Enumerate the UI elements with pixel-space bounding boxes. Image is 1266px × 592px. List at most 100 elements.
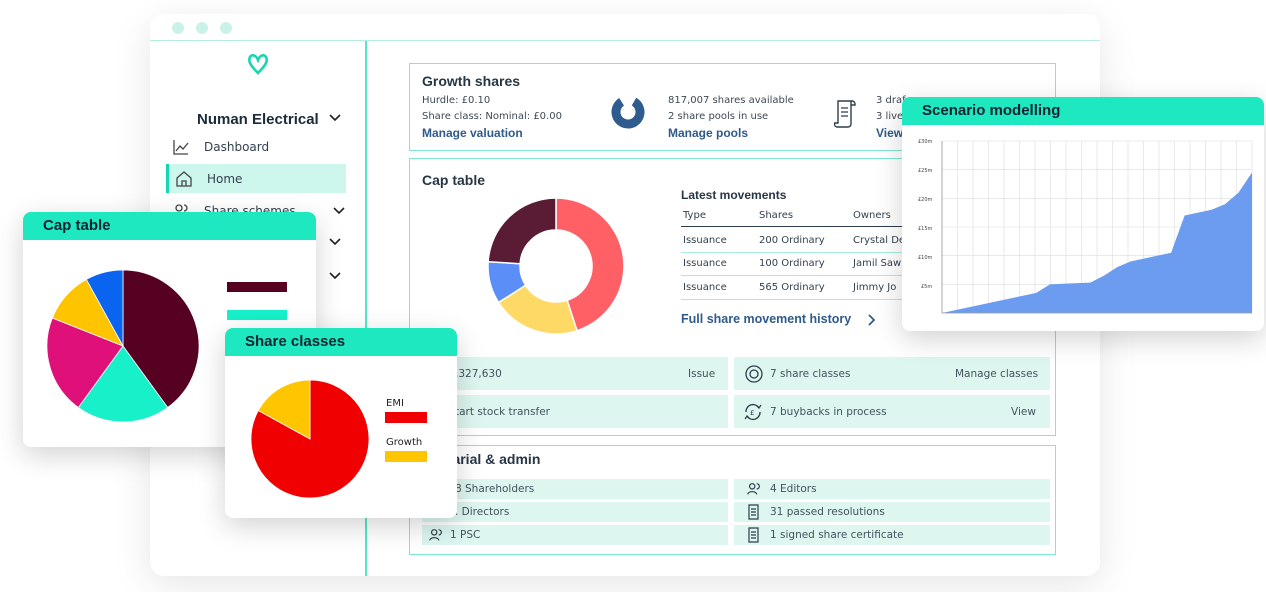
window-dot (196, 22, 208, 34)
editors-row[interactable]: 4 Editors (734, 479, 1050, 499)
manage-valuation-link[interactable]: Manage valuation (422, 126, 523, 140)
target-icon (745, 365, 763, 383)
sidebar-item-label: Dashboard (204, 139, 270, 154)
chevron-down-icon[interactable] (328, 271, 342, 281)
shares-value: ,327,630 (455, 368, 502, 380)
card-header: Cap table (23, 212, 316, 240)
resolutions-row[interactable]: 31 passed resolutions (734, 502, 1050, 522)
legend-swatch (385, 451, 427, 462)
table-header: Type (683, 210, 706, 221)
buybacks-tile[interactable]: £ 7 buybacks in process View (734, 395, 1050, 428)
pool-donut-icon (611, 95, 645, 129)
hurdle-text: Hurdle: £0.10 (422, 95, 491, 106)
legend-swatch (385, 412, 427, 423)
logo-icon (247, 54, 269, 75)
legend-swatch (227, 310, 287, 320)
latest-movements-title: Latest movements (681, 188, 787, 202)
view-buybacks-link[interactable]: View (1011, 406, 1036, 418)
document-icon (834, 100, 856, 128)
table-cell: Issuance (683, 235, 727, 246)
y-tick-label: £30m (918, 139, 933, 145)
window-dot (172, 22, 184, 34)
panel-title: Cap table (422, 172, 486, 188)
table-cell: 565 Ordinary (759, 282, 825, 293)
shareholders-row[interactable]: 8 Shareholders (422, 479, 728, 499)
stock-transfer-text: tart stock transfer (455, 406, 550, 418)
document-icon (748, 527, 759, 543)
card-title: Scenario modelling (922, 102, 1061, 119)
psc-text: 1 PSC (450, 529, 481, 541)
share-class-text: Share class: Nominal: £0.00 (422, 111, 562, 122)
share-classes-card: Share classes EMI Growth (225, 328, 457, 518)
table-header: Owners (853, 210, 891, 221)
y-tick-label: £15m (918, 226, 933, 232)
buybacks-text: 7 buybacks in process (770, 406, 887, 418)
company-name[interactable]: Numan Electrical (197, 111, 319, 128)
issue-tile[interactable]: ,327,630 Issue (422, 357, 728, 390)
table-cell: Crystal De (853, 235, 906, 246)
table-cell: Issuance (683, 282, 727, 293)
manage-pools-link[interactable]: Manage pools (668, 126, 748, 140)
card-header: Share classes (225, 328, 457, 356)
resolutions-text: 31 passed resolutions (770, 506, 885, 518)
pie-slice (487, 197, 557, 265)
legend-label: Growth (386, 437, 423, 448)
document-icon (748, 504, 759, 520)
sidebar-item-dashboard[interactable]: Dashboard (166, 132, 346, 161)
share-classes-pie-chart (250, 379, 370, 499)
window-dot (220, 22, 232, 34)
view-link[interactable]: View (876, 126, 903, 140)
directors-row[interactable]: . Directors (422, 502, 728, 522)
manage-classes-link[interactable]: Manage classes (955, 368, 1038, 380)
card-title: Cap table (43, 217, 111, 234)
table-header: Shares (759, 210, 794, 221)
live-text: 3 live (876, 111, 904, 122)
sidebar-item-home[interactable]: Home (166, 164, 346, 193)
legend-label: EMI (386, 398, 404, 409)
table-cell: Jimmy Jo (853, 282, 897, 293)
chevron-down-icon[interactable] (328, 113, 342, 123)
shareholders-text: 8 Shareholders (455, 483, 535, 495)
chevron-right-icon[interactable] (866, 313, 876, 327)
home-icon (176, 170, 192, 187)
certificate-text: 1 signed share certificate (770, 529, 904, 541)
certificate-row[interactable]: 1 signed share certificate (734, 525, 1050, 545)
sidebar-item-label: Home (207, 171, 243, 186)
table-cell: Issuance (683, 258, 727, 269)
editors-text: 4 Editors (770, 483, 817, 495)
users-icon (429, 529, 442, 541)
table-cell: 200 Ordinary (759, 235, 825, 246)
chart-line-icon (173, 139, 189, 155)
card-header: Scenario modelling (902, 97, 1264, 125)
chevron-down-icon[interactable] (328, 237, 342, 247)
refresh-currency-icon: £ (744, 404, 762, 420)
y-tick-label: £20m (918, 197, 933, 203)
issue-link[interactable]: Issue (688, 368, 715, 380)
shares-available-text: 817,007 shares available (668, 95, 794, 106)
window-titlebar (150, 14, 1100, 41)
stock-transfer-tile[interactable]: tart stock transfer (422, 395, 728, 428)
scenario-area-chart (941, 140, 1253, 314)
secretarial-panel: etarial & admin 8 Shareholders 4 Editors… (409, 445, 1056, 555)
card-title: Share classes (245, 333, 346, 350)
full-history-link[interactable]: Full share movement history (681, 312, 851, 326)
scenario-card: Scenario modelling £30m £25m £20m £15m £… (902, 97, 1264, 331)
share-classes-tile[interactable]: 7 share classes Manage classes (734, 357, 1050, 390)
psc-row[interactable]: 1 PSC (422, 525, 728, 545)
users-icon (747, 483, 760, 495)
y-tick-label: £5m (921, 284, 933, 290)
panel-title: Growth shares (422, 73, 521, 89)
share-classes-text: 7 share classes (770, 368, 851, 380)
svg-text:£: £ (750, 409, 754, 417)
legend-swatch (227, 282, 287, 292)
chevron-down-icon[interactable] (332, 206, 346, 216)
y-tick-label: £10m (918, 255, 933, 261)
directors-text: . Directors (455, 506, 510, 518)
table-cell: Jamil Saw (853, 258, 902, 269)
cap-table-donut-chart (487, 197, 625, 335)
stage: Numan Electrical Dashboard Home Share sc… (0, 0, 1266, 592)
cap-table-pie-chart (46, 269, 200, 423)
pools-in-use-text: 2 share pools in use (668, 111, 769, 122)
table-cell: 100 Ordinary (759, 258, 825, 269)
y-tick-label: £25m (918, 168, 933, 174)
